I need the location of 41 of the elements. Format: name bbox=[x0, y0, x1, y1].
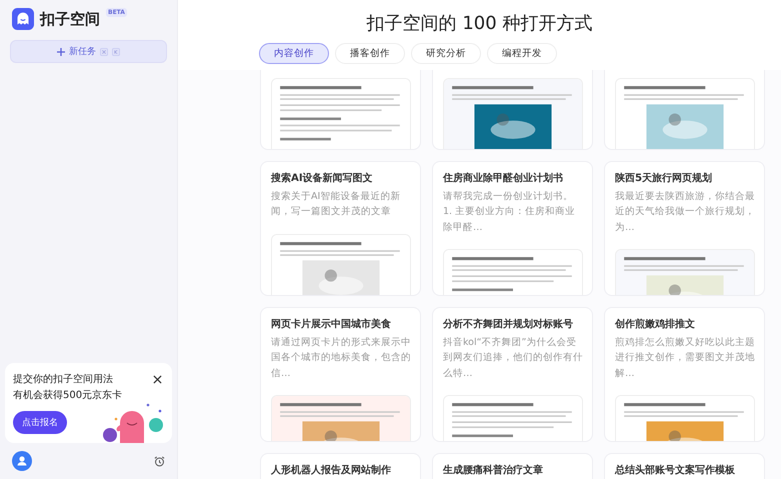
card-description: 请帮我完成一份创业计划书。 1. 主要创业方向：住房和商业除甲醛… bbox=[443, 190, 576, 235]
alarm-clock-icon[interactable] bbox=[154, 456, 165, 466]
card-title: 人形机器人报告及网站制作 bbox=[271, 464, 392, 478]
plus-icon bbox=[57, 48, 65, 56]
example-card[interactable]: 住房商业除甲醛创业计划书 请帮我完成一份创业计划书。 1. 主要创业方向：住房和商业除甲醛… bbox=[432, 161, 593, 296]
close-icon[interactable] bbox=[153, 375, 162, 384]
category-tab[interactable]: 研究分析 bbox=[411, 43, 481, 64]
example-card[interactable]: 陕西5天旅行网页规划 我最近要去陕西旅游，你结合最近的天气给我做一个旅行规划，为… bbox=[604, 161, 765, 296]
card-description: 我最近要去陕西旅游，你结合最近的天气给我做一个旅行规划，为… bbox=[615, 190, 755, 235]
key-icon bbox=[100, 48, 108, 56]
example-card[interactable]: 分析不齐舞团并规划对标账号 抖音kol“不齐舞团”为什么会受到网友们追捧，他们的创作有什么特… bbox=[432, 307, 593, 442]
example-card[interactable]: 总结头部账号文案写作模板 bbox=[604, 453, 765, 479]
promo-text: 有机会获得500元京东卡 bbox=[13, 388, 122, 403]
page-title: 扣子空间的 100 种打开方式 bbox=[366, 12, 592, 35]
example-card[interactable]: 网页卡片展示中国城市美食 请通过网页卡片的形式来展示中国各个城市的地标美食，包含的信… bbox=[260, 307, 421, 442]
card-description: 搜索关于AI智能设备最近的新闻，写一篇图文并茂的文章 bbox=[271, 190, 402, 220]
avatar-icon[interactable] bbox=[12, 451, 32, 471]
card-description: 请通过网页卡片的形式来展示中国各个城市的地标美食，包含的信… bbox=[271, 336, 411, 381]
card-title: 陕西5天旅行网页规划 bbox=[615, 172, 714, 186]
card-description: 煎鸡排怎么煎嫩又好吃以此主题进行推文创作，需要图文并茂地解… bbox=[615, 336, 755, 381]
card-title: 创作煎嫩鸡排推文 bbox=[615, 318, 696, 332]
card-title: 搜索AI设备新闻写图文 bbox=[271, 172, 374, 186]
example-card[interactable]: 搜索AI设备新闻写图文 搜索关于AI智能设备最近的新闻，写一篇图文并茂的文章 bbox=[260, 161, 421, 296]
card-title: 分析不齐舞团并规划对标账号 bbox=[443, 318, 574, 332]
category-tab[interactable]: 播客创作 bbox=[335, 43, 405, 64]
logo-icon bbox=[12, 8, 34, 30]
example-card[interactable]: 创作煎嫩鸡排推文 煎鸡排怎么煎嫩又好吃以此主题进行推文创作，需要图文并茂地解… bbox=[604, 307, 765, 442]
card-description: 抖音kol“不齐舞团”为什么会受到网友们追捧，他们的创作有什么特… bbox=[443, 336, 583, 381]
promo-text: 提交你的扣子空间用法 bbox=[13, 372, 113, 387]
card-title: 住房商业除甲醛创业计划书 bbox=[443, 172, 564, 186]
card-title: 总结头部账号文案写作模板 bbox=[615, 464, 736, 478]
card-title: 网页卡片展示中国城市美食 bbox=[271, 318, 392, 332]
key-icon bbox=[112, 48, 120, 56]
example-card[interactable]: 人形机器人报告及网站制作 bbox=[260, 453, 421, 479]
card-title: 生成腰痛科普治疗文章 bbox=[443, 464, 544, 478]
new-task-button[interactable]: 新任务 bbox=[10, 40, 167, 63]
app-name: 扣子空间 bbox=[40, 10, 100, 28]
example-card[interactable]: 生成腰痛科普治疗文章 bbox=[432, 453, 593, 479]
signup-button[interactable]: 点击报名 bbox=[13, 411, 67, 434]
category-tab[interactable]: 内容创作 bbox=[259, 43, 329, 64]
category-tab[interactable]: 编程开发 bbox=[487, 43, 557, 64]
